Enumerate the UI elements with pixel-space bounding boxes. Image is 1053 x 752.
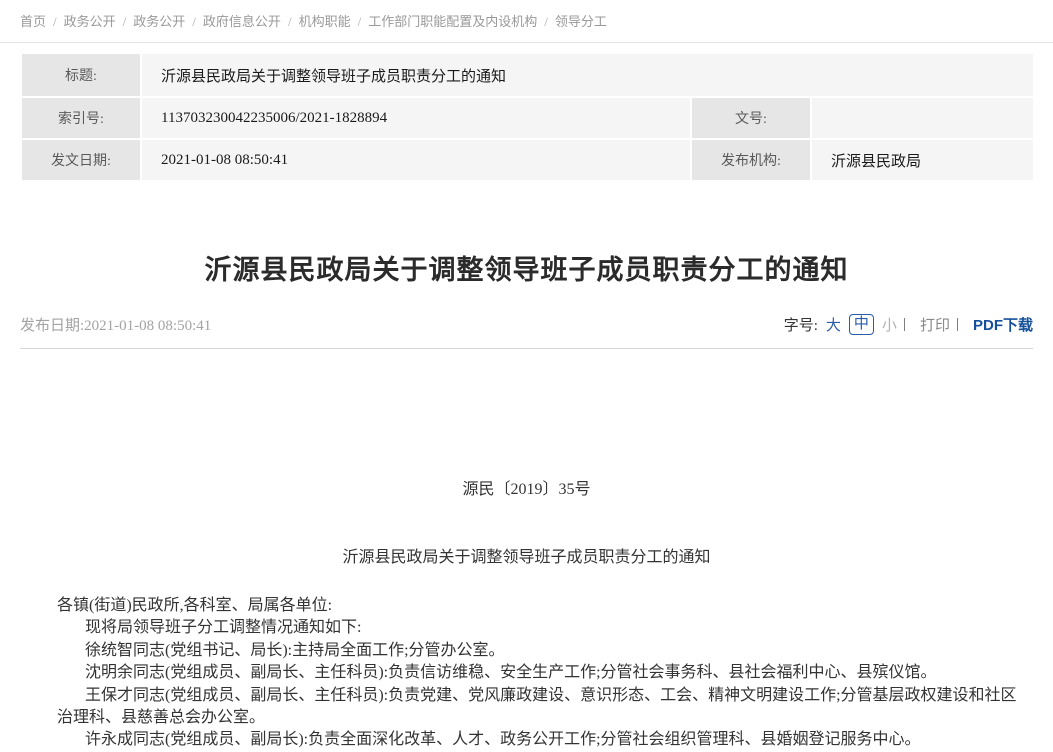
meta-agency-value: 沂源县民政局 (811, 139, 1034, 181)
page-title: 沂源县民政局关于调整领导班子成员职责分工的通知 (20, 248, 1033, 287)
font-size-small-button[interactable]: 小 (882, 314, 897, 335)
breadcrumb-item-info-disclosure[interactable]: 政府信息公开 (203, 14, 281, 29)
breadcrumb-item-leadership: 领导分工 (555, 14, 607, 29)
font-size-medium-button[interactable]: 中 (849, 314, 874, 335)
breadcrumb: 首页 / 政务公开 / 政务公开 / 政府信息公开 / 机构职能 / 工作部门职能配置及内设机构 / 领… (0, 0, 1053, 43)
document-paragraph: 各镇(街道)民政所,各科室、局属各单位: (57, 595, 1025, 617)
meta-title-value: 沂源县民政局关于调整领导班子成员职责分工的通知 (141, 53, 1034, 97)
breadcrumb-separator: / (288, 14, 292, 29)
font-size-label: 字号: (784, 314, 818, 335)
document-paragraph: 徐统智同志(党组书记、局长):主持局全面工作;分管办公室。 (57, 640, 1025, 662)
publish-date: 发布日期:2021-01-08 08:50:41 (20, 314, 211, 335)
breadcrumb-separator: / (358, 14, 362, 29)
pdf-download-button[interactable]: PDF下载 (973, 314, 1033, 335)
meta-agency-label: 发布机构: (691, 139, 811, 181)
header-divider (20, 348, 1033, 349)
tools-divider: | (956, 316, 959, 333)
meta-index-value: 113703230042235006/2021-1828894 (141, 97, 691, 139)
meta-date-value: 2021-01-08 08:50:41 (141, 139, 691, 181)
breadcrumb-item-functions[interactable]: 机构职能 (299, 14, 351, 29)
meta-index-label: 索引号: (21, 97, 141, 139)
publish-date-label: 发布日期: (20, 318, 84, 334)
article-meta-row: 发布日期:2021-01-08 08:50:41 字号: 大 中 小 | 打印 … (20, 314, 1033, 335)
document-paragraph: 许永成同志(党组成员、副局长):负责全面深化改革、人才、政务公开工作;分管社会组… (57, 729, 1025, 751)
breadcrumb-separator: / (192, 14, 196, 29)
document-title: 沂源县民政局关于调整领导班子成员职责分工的通知 (0, 543, 1053, 567)
breadcrumb-item-zhengwu-2[interactable]: 政务公开 (133, 14, 185, 29)
breadcrumb-item-dept-config[interactable]: 工作部门职能配置及内设机构 (368, 14, 537, 29)
document-meta-table: 标题: 沂源县民政局关于调整领导班子成员职责分工的通知 索引号: 1137032… (20, 52, 1035, 182)
publish-date-value: 2021-01-08 08:50:41 (84, 318, 211, 334)
document-paragraph: 沈明余同志(党组成员、副局长、主任科员):负责信访维稳、安全生产工作;分管社会事… (57, 662, 1025, 684)
breadcrumb-separator: / (544, 14, 548, 29)
meta-docnum-label: 文号: (691, 97, 811, 139)
font-size-large-button[interactable]: 大 (826, 314, 841, 335)
document-content: 源民〔2019〕35号 沂源县民政局关于调整领导班子成员职责分工的通知 各镇(街… (0, 475, 1053, 752)
meta-docnum-value (811, 97, 1034, 139)
print-button[interactable]: 打印 (920, 314, 950, 335)
breadcrumb-item-zhengwu-1[interactable]: 政务公开 (64, 14, 116, 29)
breadcrumb-separator: / (123, 14, 127, 29)
document-body: 各镇(街道)民政所,各科室、局属各单位: 现将局领导班子分工调整情况通知如下: … (57, 595, 1025, 752)
breadcrumb-separator: / (53, 14, 57, 29)
meta-date-label: 发文日期: (21, 139, 141, 181)
document-number: 源民〔2019〕35号 (0, 475, 1053, 499)
breadcrumb-item-home[interactable]: 首页 (20, 14, 46, 29)
tools-divider: | (903, 316, 906, 333)
article-tools: 字号: 大 中 小 | 打印 | PDF下载 (784, 314, 1033, 335)
document-paragraph: 现将局领导班子分工调整情况通知如下: (57, 617, 1025, 639)
meta-title-label: 标题: (21, 53, 141, 97)
